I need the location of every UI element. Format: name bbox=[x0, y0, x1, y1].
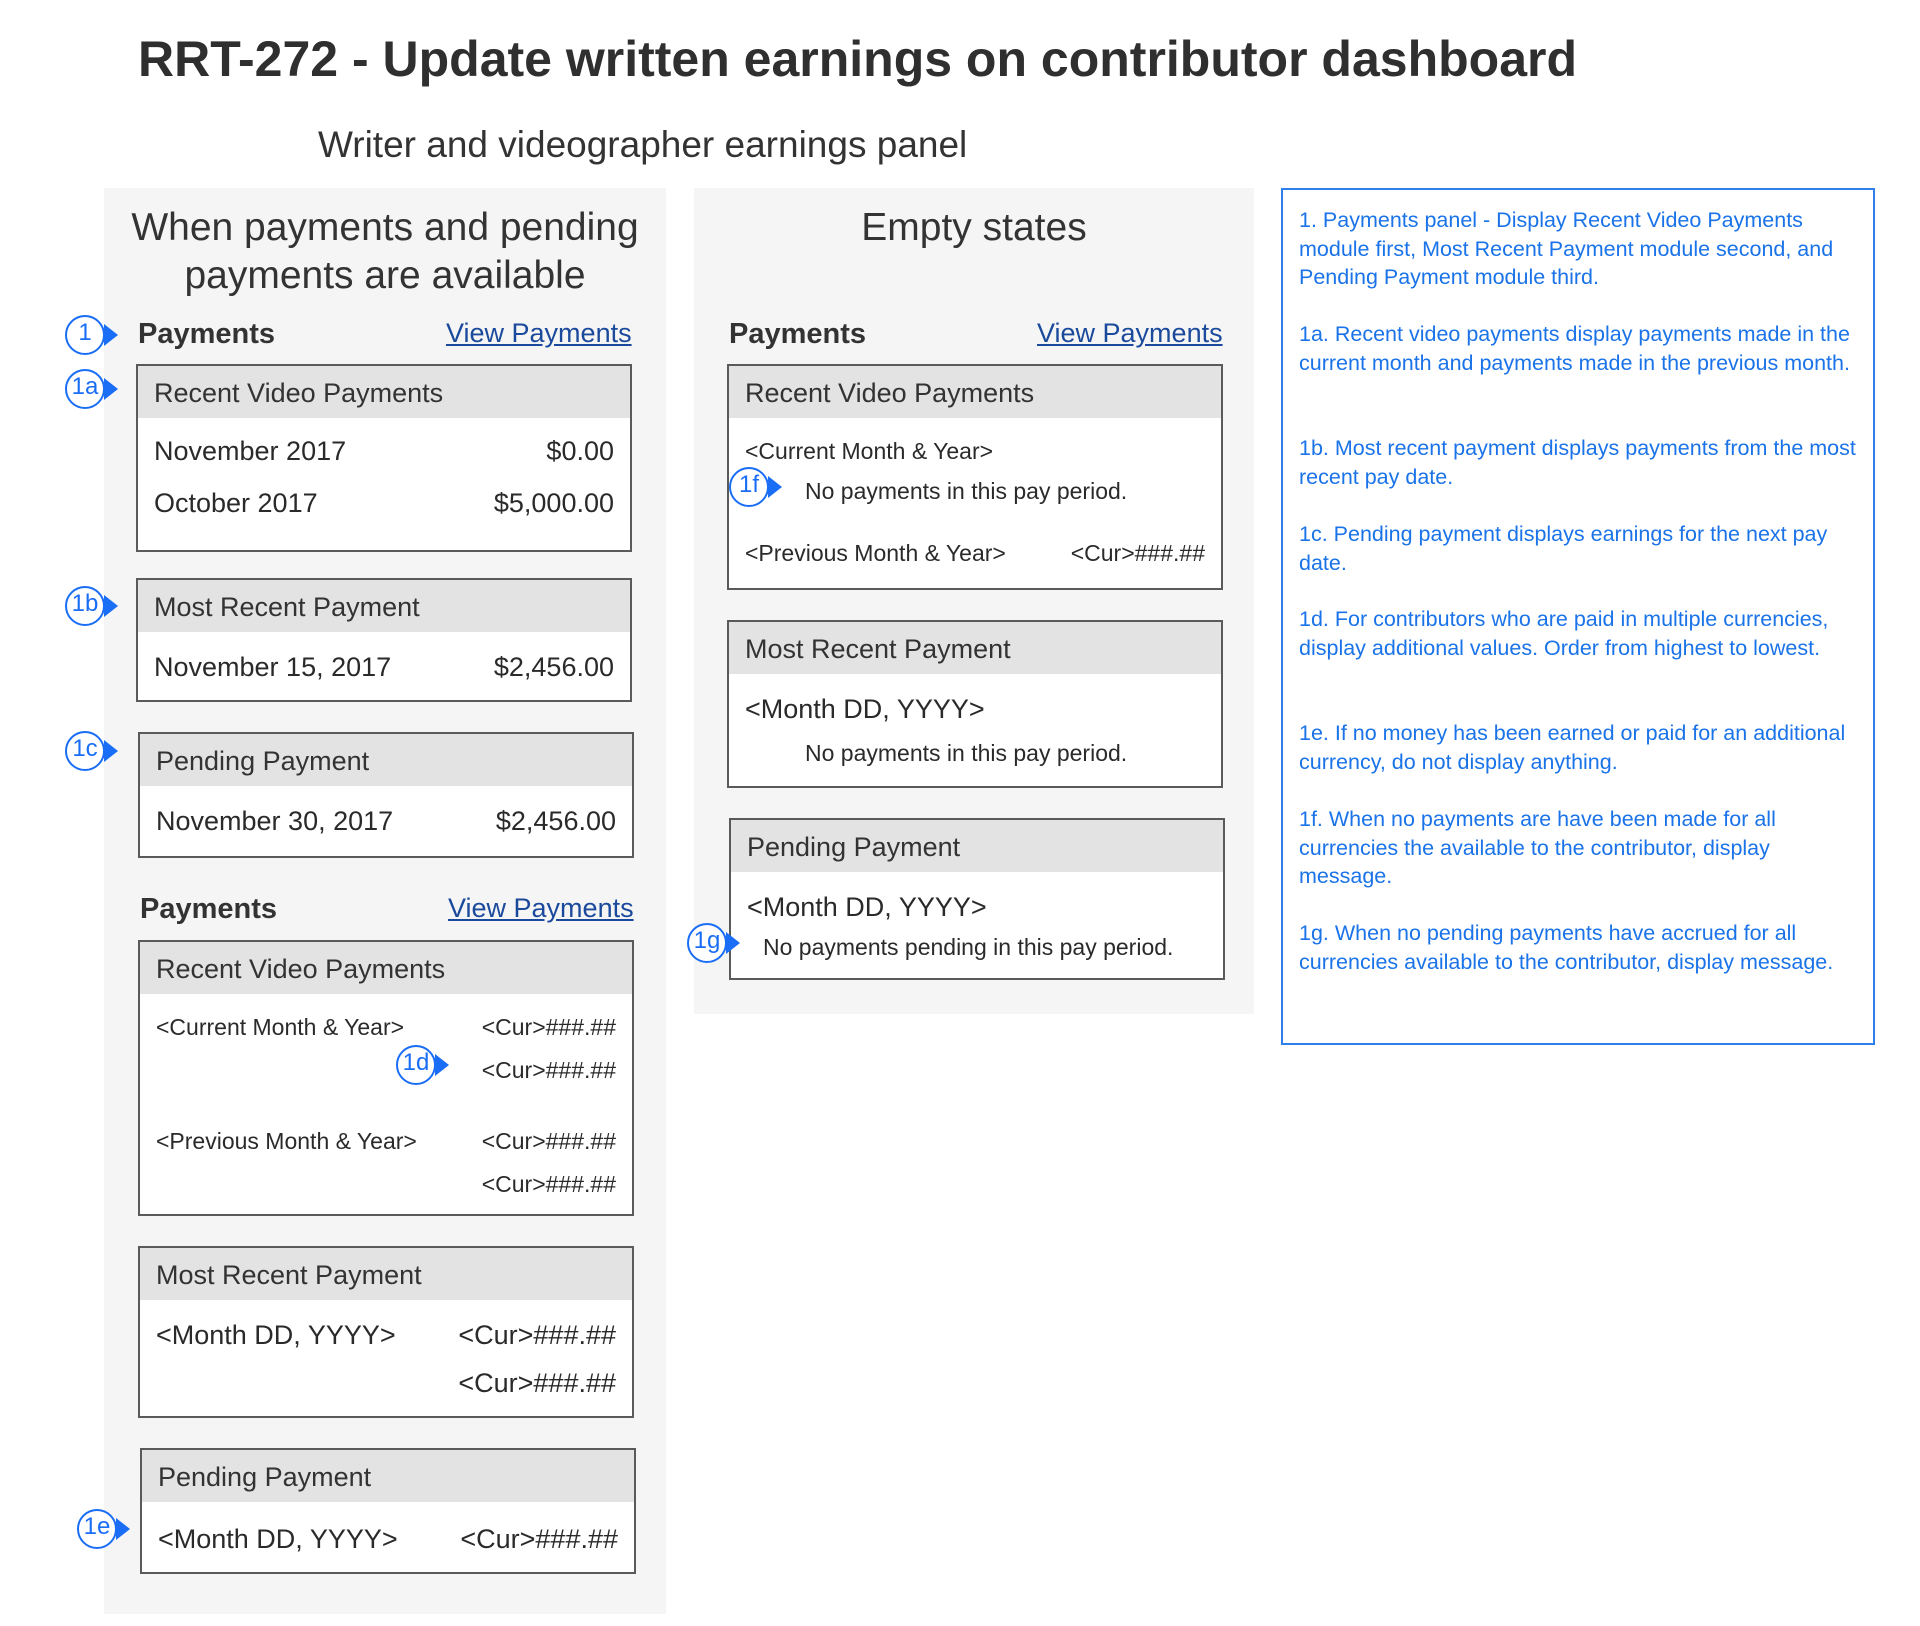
row-label: November 2017 bbox=[154, 436, 347, 466]
card-header: Most Recent Payment bbox=[138, 580, 630, 632]
view-payments-link[interactable]: View Payments bbox=[448, 893, 634, 924]
most-recent-payment-card: Most Recent Payment <Month DD, YYYY> <Cu… bbox=[138, 1246, 634, 1418]
row-value: <Cur>###.## bbox=[458, 1368, 616, 1398]
row-value: $2,456.00 bbox=[495, 806, 616, 836]
payments-heading: Payments bbox=[140, 893, 278, 925]
badge-label: 1a bbox=[71, 373, 99, 400]
note-1g: 1g. When no pending payments have accrue… bbox=[1299, 921, 1834, 974]
badge-label: 1e bbox=[83, 1513, 111, 1540]
card-header: Recent Video Payments bbox=[140, 942, 632, 994]
row-label: <Previous Month & Year> bbox=[745, 540, 1006, 566]
row-value: $2,456.00 bbox=[493, 652, 614, 682]
card-header: Recent Video Payments bbox=[729, 366, 1221, 418]
card-header: Pending Payment bbox=[142, 1450, 634, 1502]
card-title: Most Recent Payment bbox=[745, 634, 1011, 664]
row-value: <Cur>###.## bbox=[1070, 540, 1205, 566]
annotation-badge-1d: 1d bbox=[395, 1044, 449, 1086]
card-title: Recent Video Payments bbox=[745, 378, 1035, 408]
left-column-heading: When payments and pending payments are a… bbox=[104, 204, 666, 300]
most-recent-payment-card: Most Recent Payment November 15, 2017 $2… bbox=[136, 578, 632, 702]
row-label: October 2017 bbox=[154, 488, 318, 518]
card-header: Most Recent Payment bbox=[140, 1248, 632, 1300]
pending-payment-card: Pending Payment <Month DD, YYYY> No paym… bbox=[729, 818, 1225, 980]
row-value: <Cur>###.## bbox=[460, 1524, 618, 1554]
annotation-badge-1f: 1f bbox=[728, 466, 782, 508]
no-payments-message: No payments in this pay period. bbox=[805, 478, 1128, 504]
badge-label: 1b bbox=[71, 590, 99, 617]
no-payments-message: No payments in this pay period. bbox=[805, 740, 1128, 766]
page-title: RRT-272 - Update written earnings on con… bbox=[138, 31, 1578, 87]
row-label: November 30, 2017 bbox=[156, 806, 394, 836]
row-value: <Cur>###.## bbox=[481, 1057, 616, 1083]
payments-heading: Payments bbox=[138, 318, 276, 350]
view-payments-link[interactable]: View Payments bbox=[446, 318, 632, 349]
card-title: Recent Video Payments bbox=[154, 378, 444, 408]
note-1a: 1a. Recent video payments display paymen… bbox=[1299, 322, 1850, 375]
row-label: <Current Month & Year> bbox=[156, 1014, 405, 1040]
card-header: Recent Video Payments bbox=[138, 366, 630, 418]
annotation-notes-box: 1. Payments panel - Display Recent Video… bbox=[1281, 188, 1875, 1045]
annotation-badge-1b: 1b bbox=[64, 585, 118, 627]
recent-video-payments-card: Recent Video Payments <Current Month & Y… bbox=[138, 940, 634, 1216]
no-payments-message: No payments pending in this pay period. bbox=[763, 934, 1174, 960]
annotation-badge-1e: 1e bbox=[76, 1508, 130, 1550]
annotation-badge-1: 1 bbox=[64, 314, 118, 356]
row-value: $0.00 bbox=[546, 436, 614, 466]
pending-payment-card: Pending Payment November 30, 2017 $2,456… bbox=[138, 732, 634, 858]
annotation-badge-1c: 1c bbox=[64, 730, 118, 772]
note-1: 1. Payments panel - Display Recent Video… bbox=[1299, 208, 1834, 289]
heading-line-1: When payments and pending bbox=[131, 206, 639, 249]
row-label: <Current Month & Year> bbox=[745, 438, 994, 464]
card-header: Pending Payment bbox=[731, 820, 1223, 872]
recent-video-payments-card: Recent Video Payments <Current Month & Y… bbox=[727, 364, 1223, 590]
card-header: Most Recent Payment bbox=[729, 622, 1221, 674]
card-title: Most Recent Payment bbox=[154, 592, 420, 622]
pending-payment-card: Pending Payment <Month DD, YYYY> <Cur>##… bbox=[140, 1448, 636, 1574]
annotation-badge-1a: 1a bbox=[64, 368, 118, 410]
note-1d: 1d. For contributors who are paid in mul… bbox=[1299, 607, 1829, 660]
card-title: Pending Payment bbox=[156, 746, 370, 776]
row-value: <Cur>###.## bbox=[481, 1171, 616, 1197]
row-value: <Cur>###.## bbox=[458, 1320, 616, 1350]
most-recent-payment-card: Most Recent Payment <Month DD, YYYY> No … bbox=[727, 620, 1223, 788]
row-label: <Month DD, YYYY> bbox=[158, 1524, 398, 1554]
badge-label: 1d bbox=[402, 1049, 430, 1076]
row-label: <Month DD, YYYY> bbox=[156, 1320, 396, 1350]
row-value: <Cur>###.## bbox=[481, 1128, 616, 1154]
row-value: <Cur>###.## bbox=[481, 1014, 616, 1040]
recent-video-payments-card: Recent Video Payments November 2017 $0.0… bbox=[136, 364, 632, 552]
row-label: <Previous Month & Year> bbox=[156, 1128, 417, 1154]
badge-label: 1 bbox=[78, 319, 92, 346]
heading-line-2: payments are available bbox=[184, 254, 586, 297]
card-title: Most Recent Payment bbox=[156, 1260, 422, 1290]
badge-label: 1c bbox=[72, 735, 98, 762]
note-1b: 1b. Most recent payment displays payment… bbox=[1299, 436, 1856, 489]
badge-label: 1f bbox=[738, 471, 759, 498]
row-label: <Month DD, YYYY> bbox=[747, 892, 987, 922]
note-1e: 1e. If no money has been earned or paid … bbox=[1299, 721, 1846, 774]
row-label: November 15, 2017 bbox=[154, 652, 392, 682]
badge-label: 1g bbox=[693, 927, 721, 954]
card-header: Pending Payment bbox=[140, 734, 632, 786]
view-payments-link[interactable]: View Payments bbox=[1037, 318, 1223, 349]
card-title: Pending Payment bbox=[747, 832, 961, 862]
empty-states-heading: Empty states bbox=[861, 206, 1087, 249]
row-value: $5,000.00 bbox=[493, 488, 614, 518]
annotation-badge-1g: 1g bbox=[686, 922, 740, 964]
card-title: Recent Video Payments bbox=[156, 954, 446, 984]
note-1f: 1f. When no payments are have been made … bbox=[1299, 807, 1776, 888]
page-subtitle: Writer and videographer earnings panel bbox=[318, 124, 968, 165]
row-label: <Month DD, YYYY> bbox=[745, 694, 985, 724]
note-1c: 1c. Pending payment displays earnings fo… bbox=[1299, 522, 1828, 575]
payments-heading: Payments bbox=[729, 318, 867, 350]
card-title: Pending Payment bbox=[158, 1462, 372, 1492]
